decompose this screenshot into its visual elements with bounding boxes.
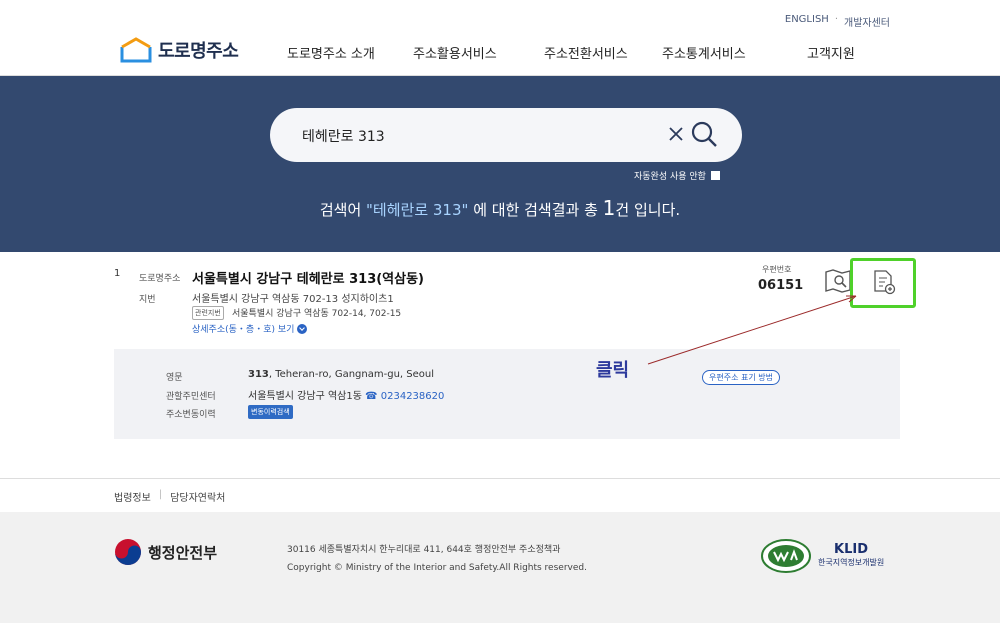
center-phone[interactable]: ☎ 0234238620 — [365, 391, 444, 402]
clear-icon[interactable] — [666, 124, 686, 144]
map-icon[interactable] — [824, 268, 852, 294]
zip-label: 우편번호 — [762, 265, 792, 274]
result-prefix: 검색어 — [319, 201, 367, 219]
house-logo-icon — [120, 37, 152, 63]
footer-copyright: Copyright © Ministry of the Interior and… — [287, 563, 587, 573]
separator: · — [834, 14, 838, 25]
related-jibun-tag: 관련지번 — [192, 306, 224, 320]
result-summary: 검색어 "테헤란로 313" 에 대한 검색결과 총 1건 입니다. — [0, 196, 1000, 220]
klid-full-name: 한국지역정보개발원 — [818, 558, 885, 567]
result-keyword: "테헤란로 313" — [366, 201, 469, 219]
contact-link[interactable]: 담당자연락처 — [170, 489, 225, 504]
developer-center-link[interactable]: 개발자센터 — [844, 14, 890, 29]
english-number: 313 — [248, 369, 269, 380]
main-nav: 도로명주소 소개 주소활용서비스 주소전환서비스 주소통계서비스 고객지원 — [287, 43, 855, 62]
legal-info-link[interactable]: 법령정보 — [114, 489, 151, 504]
english-link[interactable]: ENGLISH — [785, 14, 829, 29]
site-logo[interactable]: 도로명주소 — [120, 37, 239, 63]
web-accessibility-mark-icon — [761, 539, 811, 573]
road-address: 서울특별시 강남구 테헤란로 313(역삼동) — [192, 272, 424, 287]
result-middle: 에 대한 검색결과 총 — [468, 201, 603, 219]
header: ENGLISH · 개발자센터 도로명주소 도로명주소 소개 주소활용서비스 주… — [0, 0, 1000, 76]
related-jibun-address: 서울특별시 강남구 역삼동 702-14, 702-15 — [232, 309, 402, 319]
footer-address: 30116 세종특별자치시 한누리대로 411, 644호 행정안전부 주소정책… — [287, 545, 561, 555]
autocomplete-toggle[interactable]: 자동완성 사용 안함 — [634, 169, 720, 182]
footer-links: 법령정보 | 담당자연락처 — [114, 489, 225, 504]
search-icon[interactable] — [690, 120, 718, 148]
ministry-logo: 행정안전부 — [114, 538, 217, 566]
search-input[interactable]: 테헤란로 313 — [302, 126, 385, 146]
search-banner: 테헤란로 313 자동완성 사용 안함 검색어 "테헤란로 313" 에 대한 … — [0, 76, 1000, 252]
detail-address-link[interactable]: 상세주소(동・층・호) 보기 — [192, 322, 308, 335]
nav-conversion-service[interactable]: 주소전환서비스 — [544, 43, 662, 62]
center-value: 서울특별시 강남구 역삼1동 — [248, 391, 362, 402]
road-address-label: 도로명주소 — [139, 274, 181, 284]
result-number: 1 — [114, 268, 121, 279]
result-suffix: 건 입니다. — [615, 201, 681, 219]
nav-customer-support[interactable]: 고객지원 — [807, 43, 855, 62]
nav-statistics-service[interactable]: 주소통계서비스 — [662, 43, 807, 62]
nav-intro[interactable]: 도로명주소 소개 — [287, 43, 413, 62]
klid-logo: KLID 한국지역정보개발원 — [818, 542, 908, 568]
detail-link-label: 상세주소(동・층・호) 보기 — [192, 325, 295, 335]
center-label: 관할주민센터 — [166, 392, 216, 402]
footer-divider — [0, 478, 1000, 479]
document-add-icon — [874, 270, 896, 295]
history-search-button[interactable]: 변동이력검색 — [248, 405, 293, 419]
english-label: 영문 — [166, 373, 183, 383]
separator: | — [158, 489, 163, 500]
zip-code: 06151 — [758, 278, 804, 293]
search-box[interactable]: 테헤란로 313 — [270, 108, 742, 162]
address-detail-panel: 영문 313, Teheran-ro, Gangnam-gu, Seoul 관할… — [114, 349, 900, 439]
click-annotation: 클릭 — [596, 360, 630, 381]
address-doc-button[interactable] — [850, 258, 916, 308]
footer: 행정안전부 30116 세종특별자치시 한누리대로 411, 644호 행정안전… — [0, 512, 1000, 623]
english-address: 313, Teheran-ro, Gangnam-gu, Seoul — [248, 369, 434, 380]
autocomplete-label: 자동완성 사용 안함 — [634, 172, 706, 182]
center-address: 서울특별시 강남구 역삼1동 ☎ 0234238620 — [248, 387, 444, 402]
klid-name: KLID — [834, 542, 868, 557]
ministry-name: 행정안전부 — [148, 543, 218, 562]
result-count: 1 — [602, 196, 616, 220]
jibun-label: 지번 — [139, 295, 156, 305]
jibun-address: 서울특별시 강남구 역삼동 702-13 성지하이츠1 — [192, 294, 394, 305]
zip-guide-button[interactable]: 우편주소 표기 방법 — [702, 370, 780, 385]
chevron-down-icon — [297, 323, 308, 334]
taegeuk-icon — [115, 539, 141, 565]
nav-usage-service[interactable]: 주소활용서비스 — [413, 43, 544, 62]
history-label: 주소변동이력 — [166, 410, 216, 420]
top-links: ENGLISH · 개발자센터 — [785, 14, 890, 29]
autocomplete-checkbox[interactable] — [710, 171, 720, 180]
logo-text: 도로명주소 — [158, 41, 239, 62]
english-rest: , Teheran-ro, Gangnam-gu, Seoul — [268, 369, 434, 380]
